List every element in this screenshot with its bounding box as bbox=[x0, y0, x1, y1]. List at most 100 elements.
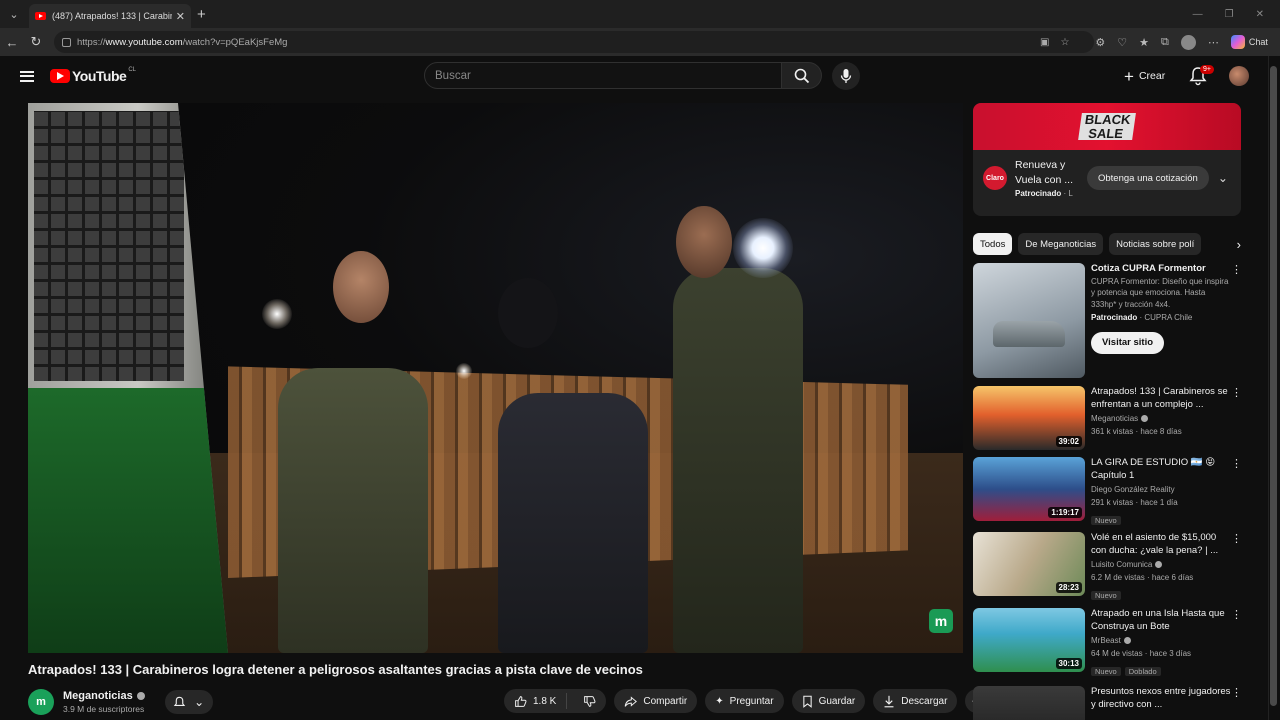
profile-avatar[interactable] bbox=[1180, 34, 1196, 50]
save-label: Guardar bbox=[818, 695, 856, 707]
collections-icon[interactable]: ⧉ bbox=[1161, 36, 1169, 49]
recommendation-title[interactable]: Volé en el asiento de $15,000 con ducha:… bbox=[1091, 532, 1231, 558]
download-button[interactable]: Descargar bbox=[873, 689, 958, 713]
voice-search-button[interactable] bbox=[832, 62, 860, 90]
chips-next-button[interactable]: › bbox=[1216, 233, 1241, 255]
ask-button[interactable]: ✦ Preguntar bbox=[705, 689, 784, 713]
more-options-icon[interactable]: ⋮ bbox=[1231, 459, 1242, 528]
recommendation-title[interactable]: Atrapado en una Isla Hasta que Construya… bbox=[1091, 608, 1231, 634]
video-frame-officer-left bbox=[278, 368, 428, 653]
copilot-button[interactable]: Chat bbox=[1230, 35, 1268, 49]
verified-check-icon bbox=[1123, 637, 1131, 645]
performance-icon[interactable]: ♡ bbox=[1117, 36, 1127, 49]
subscription-notifications-button[interactable]: ⌄ bbox=[164, 690, 213, 714]
sponsored-title[interactable]: Cotiza CUPRA Formentor bbox=[1091, 263, 1231, 276]
ad-banner[interactable]: BLACK SALE bbox=[973, 103, 1241, 150]
tab-list-button[interactable]: ⌄ bbox=[3, 3, 25, 25]
ad-banner-line-2: SALE bbox=[1087, 125, 1125, 141]
site-info-icon[interactable] bbox=[62, 37, 71, 47]
sponsored-description: CUPRA Formentor: Diseño que inspira y po… bbox=[1091, 276, 1229, 309]
recommendation-item[interactable]: 1:19:17 LA GIRA DE ESTUDIO 🇦🇷 😝 Capítulo… bbox=[973, 457, 1242, 528]
video-player[interactable]: m bbox=[28, 103, 963, 653]
visit-site-button[interactable]: Visitar sitio bbox=[1091, 332, 1165, 355]
window-controls: — ❐ ✕ bbox=[1193, 9, 1264, 20]
related-filter-chips: Todos De Meganoticias Noticias sobre pol… bbox=[973, 233, 1241, 255]
favorite-star-icon[interactable]: ☆ bbox=[1060, 37, 1069, 48]
download-icon bbox=[884, 695, 894, 707]
chevron-down-icon: ⌄ bbox=[194, 695, 205, 709]
ad-card[interactable]: BLACK SALE Claro Renueva y Vuela con ...… bbox=[973, 103, 1241, 216]
verified-check-icon bbox=[136, 692, 145, 700]
recommendation-channel-row: Luisito Comunica bbox=[1091, 558, 1231, 572]
more-options-icon[interactable]: ⋮ bbox=[1231, 388, 1242, 450]
recommendation-title[interactable]: Presuntos nexos entre jugadores y direct… bbox=[1091, 686, 1231, 712]
sponsored-recommendation[interactable]: Cotiza CUPRA Formentor CUPRA Formentor: … bbox=[973, 263, 1242, 381]
recommendation-thumbnail[interactable]: 1:19:17 bbox=[973, 457, 1085, 521]
restore-button[interactable]: ❐ bbox=[1225, 9, 1234, 20]
account-avatar[interactable] bbox=[1229, 66, 1249, 86]
close-window-button[interactable]: ✕ bbox=[1256, 9, 1264, 20]
recommendation-channel[interactable]: Meganoticias bbox=[1091, 414, 1138, 423]
save-button[interactable]: Guardar bbox=[791, 689, 866, 713]
recommendation-channel[interactable]: Luisito Comunica bbox=[1091, 560, 1152, 569]
recommendation-item[interactable]: 39:02 Atrapados! 133 | Carabineros se en… bbox=[973, 386, 1242, 450]
chip-de-meganoticias[interactable]: De Meganoticias bbox=[1018, 233, 1104, 255]
search-button[interactable] bbox=[782, 62, 822, 89]
new-tab-button[interactable]: + bbox=[197, 6, 206, 23]
address-bar[interactable]: https://www.youtube.com/watch?v=pQEaKjsF… bbox=[54, 31, 1094, 53]
recommendation-thumbnail[interactable]: 28:23 bbox=[973, 532, 1085, 596]
video-frame-detainee bbox=[498, 393, 648, 653]
favorites-icon[interactable]: ★ bbox=[1139, 36, 1149, 49]
share-button[interactable]: Compartir bbox=[614, 689, 698, 713]
channel-watermark-icon[interactable]: m bbox=[929, 609, 953, 633]
recommendation-title[interactable]: LA GIRA DE ESTUDIO 🇦🇷 😝 Capítulo 1 bbox=[1091, 457, 1231, 483]
like-button[interactable]: 1.8 K bbox=[504, 693, 568, 709]
channel-name[interactable]: Meganoticias bbox=[63, 690, 133, 702]
url-host: www.youtube.com bbox=[105, 36, 183, 48]
chevron-down-icon[interactable]: ⌄ bbox=[1218, 171, 1228, 185]
back-button[interactable]: ← bbox=[0, 35, 24, 50]
search-input[interactable] bbox=[435, 69, 781, 82]
more-menu-icon[interactable]: ⋯ bbox=[1208, 36, 1219, 49]
create-button[interactable]: + Crear bbox=[1124, 63, 1165, 89]
recommendation-item[interactable]: 30:13 Atrapado en una Isla Hasta que Con… bbox=[973, 608, 1242, 679]
page-scrollbar-thumb[interactable] bbox=[1270, 66, 1277, 706]
more-options-icon[interactable]: ⋮ bbox=[1231, 610, 1242, 679]
url-path: /watch?v=pQEaKjsFeMg bbox=[182, 36, 288, 48]
recommendation-meta: 6.2 M de vistas · hace 6 días bbox=[1091, 573, 1194, 583]
ad-title[interactable]: Renueva y Vuela con ... bbox=[1015, 158, 1077, 187]
ad-quote-button[interactable]: Obtenga una cotización bbox=[1087, 166, 1209, 191]
minimize-button[interactable]: — bbox=[1193, 9, 1203, 20]
youtube-logo[interactable]: YouTube CL bbox=[50, 67, 136, 84]
advertiser-logo[interactable]: Claro bbox=[983, 166, 1007, 191]
sponsored-thumbnail[interactable] bbox=[973, 263, 1085, 378]
ad-banner-text: BLACK SALE bbox=[1078, 112, 1136, 141]
reload-button[interactable]: ↻ bbox=[24, 34, 48, 50]
dislike-button[interactable] bbox=[573, 695, 606, 708]
recommendation-title[interactable]: Atrapados! 133 | Carabineros se enfrenta… bbox=[1091, 386, 1231, 412]
recommendation-thumbnail[interactable]: 39:02 bbox=[973, 386, 1085, 450]
recommendation-channel[interactable]: Diego González Reality bbox=[1091, 483, 1231, 497]
recommendation-thumbnail[interactable] bbox=[973, 686, 1085, 720]
recommendation-item[interactable]: Presuntos nexos entre jugadores y direct… bbox=[973, 686, 1241, 720]
recommendation-item[interactable]: 28:23 Volé en el asiento de $15,000 con … bbox=[973, 532, 1242, 603]
extensions-icon[interactable]: ⚙ bbox=[1095, 36, 1105, 49]
recommendation-thumbnail[interactable]: 30:13 bbox=[973, 608, 1085, 672]
more-options-icon[interactable]: ⋮ bbox=[1231, 534, 1242, 603]
chip-noticias-politica[interactable]: Noticias sobre polí bbox=[1109, 233, 1202, 255]
split-screen-icon[interactable]: ▣ bbox=[1040, 37, 1049, 48]
new-badge: Nuevo bbox=[1091, 666, 1121, 676]
browser-tools: ⚙ ♡ ★ ⧉ ⋯ Chat bbox=[1095, 34, 1268, 50]
more-options-icon[interactable]: ⋮ bbox=[1231, 688, 1241, 720]
more-options-icon[interactable]: ⋮ bbox=[1231, 265, 1242, 381]
chip-todos[interactable]: Todos bbox=[973, 233, 1013, 255]
tab-title: (487) Atrapados! 133 | Carabineros bbox=[52, 11, 172, 21]
recommendation-channel-row: MrBeast bbox=[1091, 634, 1231, 648]
guide-menu-icon[interactable] bbox=[20, 68, 34, 84]
recommendation-channel[interactable]: MrBeast bbox=[1091, 636, 1121, 645]
browser-tab[interactable]: (487) Atrapados! 133 | Carabineros ✕ bbox=[29, 4, 191, 28]
channel-avatar[interactable]: m bbox=[28, 689, 54, 715]
recommendation-info: LA GIRA DE ESTUDIO 🇦🇷 😝 Capítulo 1 Diego… bbox=[1091, 457, 1231, 528]
tab-close-icon[interactable]: ✕ bbox=[176, 10, 185, 23]
recommendation-info: Atrapado en una Isla Hasta que Construya… bbox=[1091, 608, 1231, 679]
